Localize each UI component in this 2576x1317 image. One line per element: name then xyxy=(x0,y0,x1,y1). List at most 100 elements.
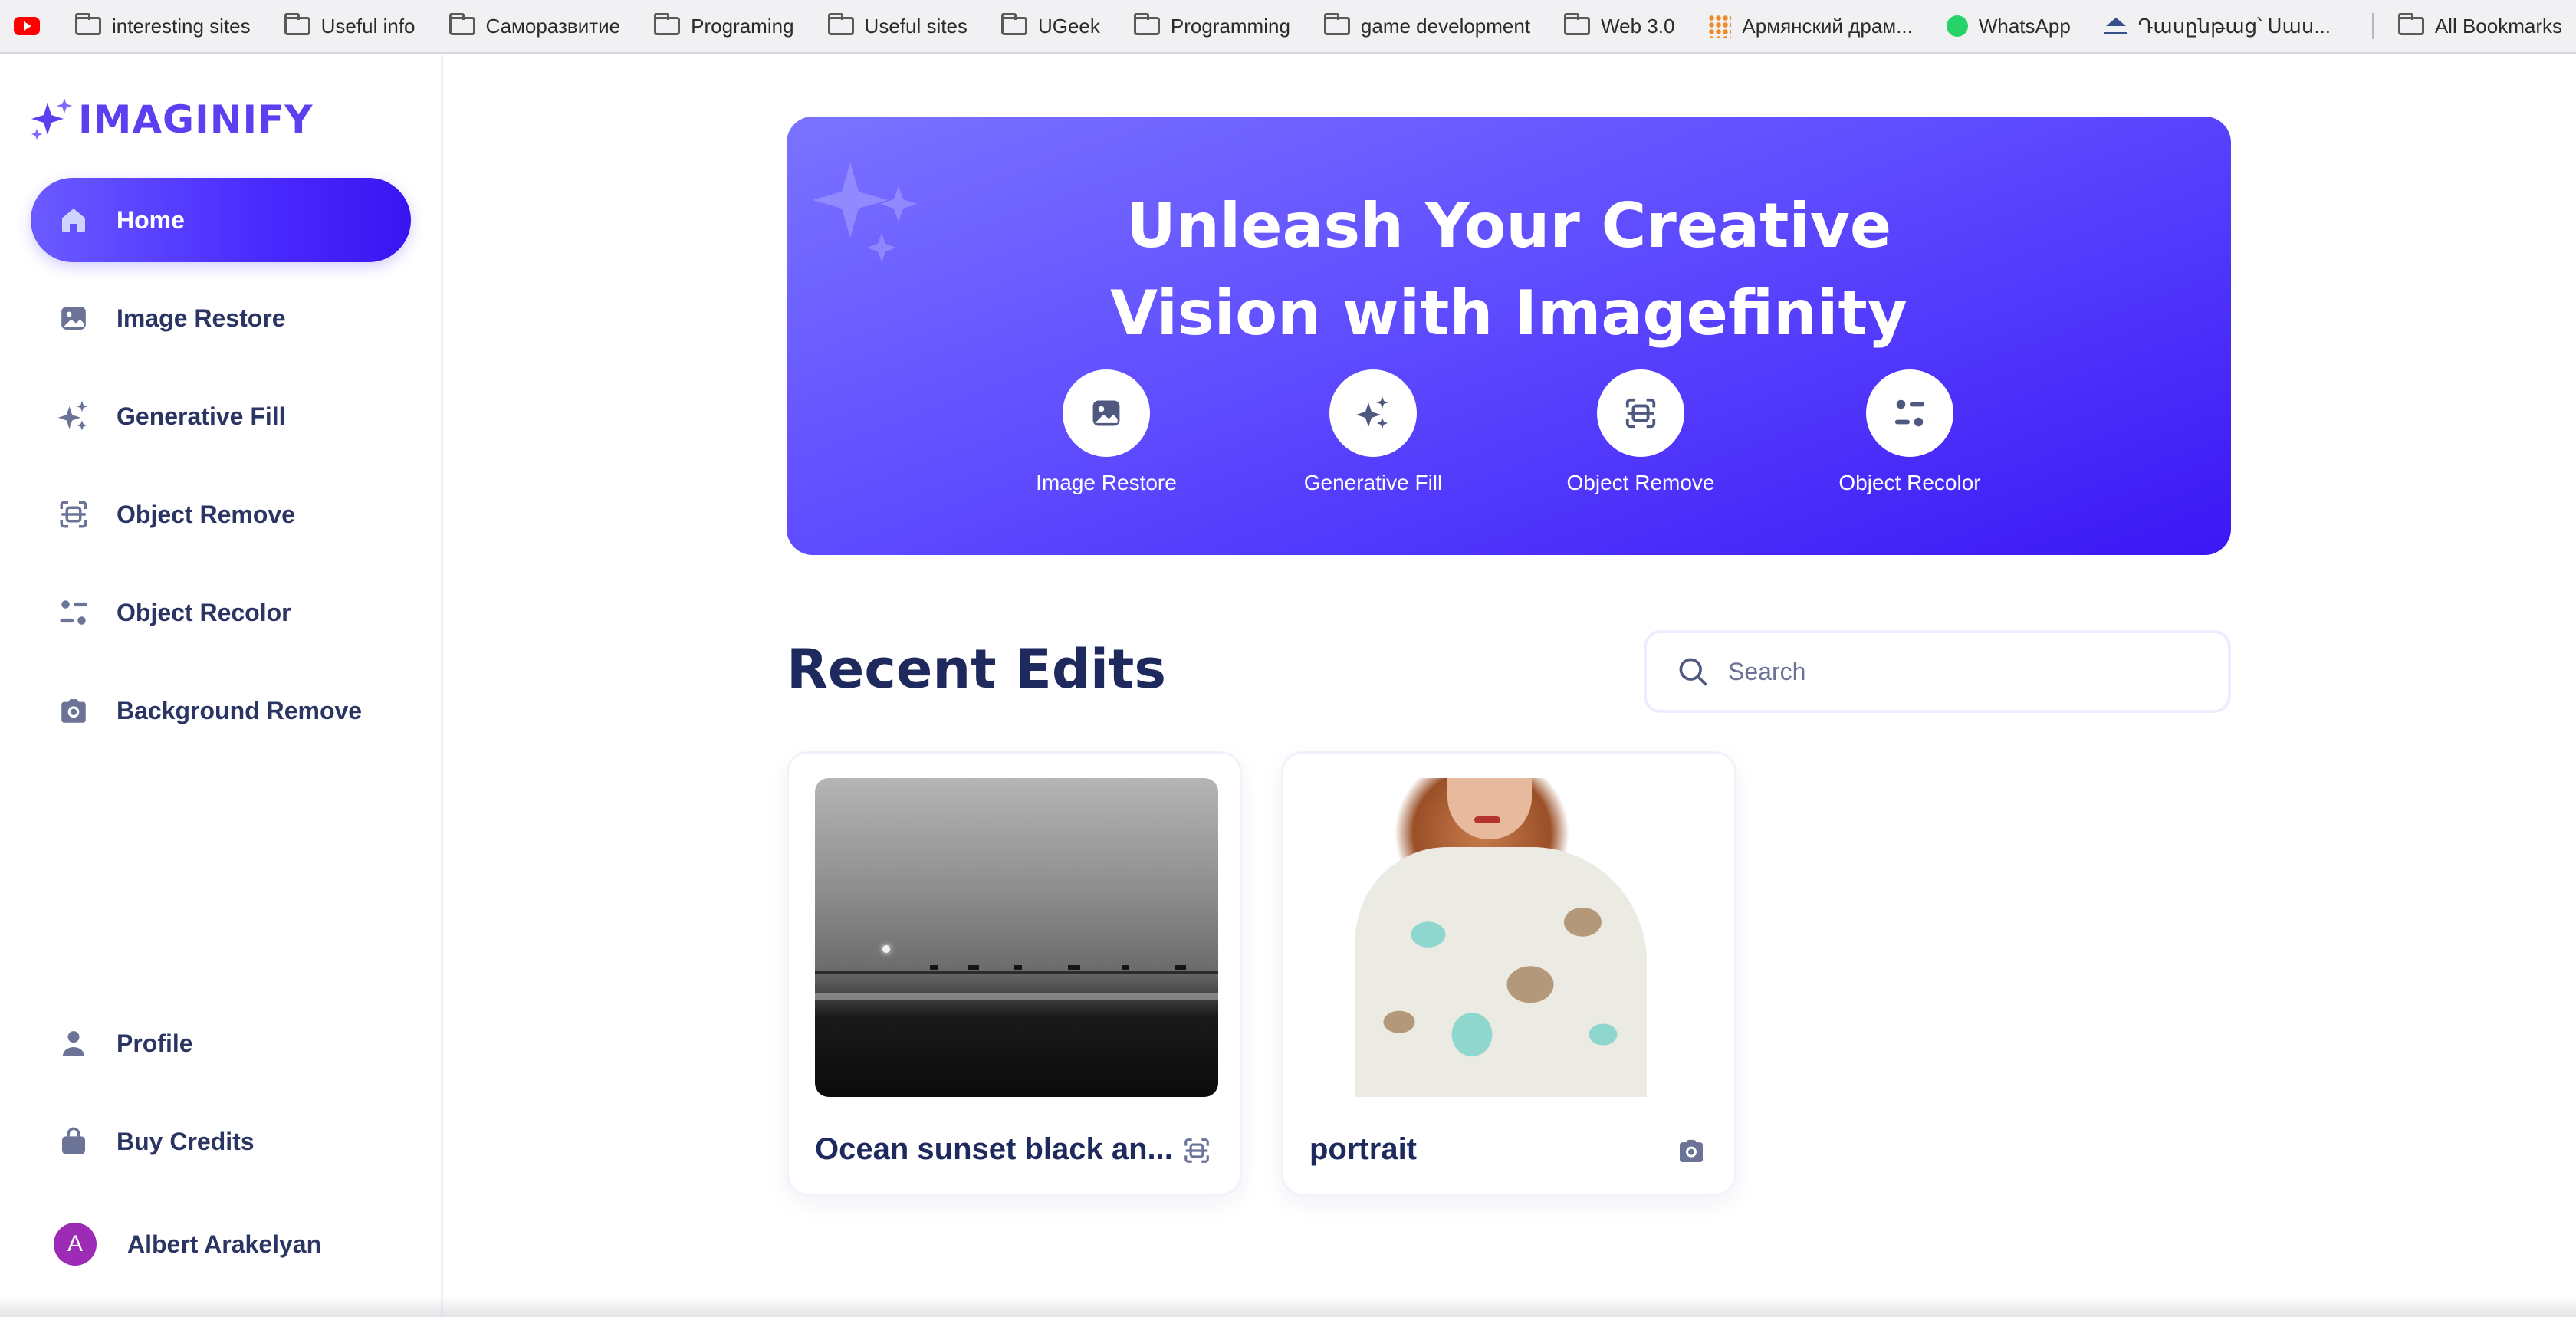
sidebar-item-label: Profile xyxy=(117,1029,193,1057)
user-icon xyxy=(57,1026,90,1060)
boat xyxy=(930,965,938,970)
image-icon xyxy=(1092,400,1120,426)
bookmark-item[interactable]: Useful info xyxy=(284,0,416,53)
bookmark-label: Web 3.0 xyxy=(1601,14,1675,38)
bookmark-item[interactable]: Դասընթաց՝ Սաս... xyxy=(2104,0,2331,53)
sidebar-item-image-restore[interactable]: Image Restore xyxy=(31,276,411,360)
bookmark-label: Useful info xyxy=(320,14,416,38)
card-title: Ocean sunset black an... xyxy=(815,1132,1173,1166)
recent-edits-title: Recent Edits xyxy=(787,638,1167,701)
bookmarks-divider xyxy=(2371,13,2374,39)
boat xyxy=(968,965,979,970)
bookmark-item[interactable]: Армянский драм... xyxy=(1708,0,1913,53)
sidebar-item-label: Home xyxy=(117,205,185,234)
search-box[interactable] xyxy=(1644,630,2231,713)
boat xyxy=(1068,965,1080,970)
search-input[interactable] xyxy=(1728,657,2188,686)
user-profile-button[interactable]: A Albert Arakelyan xyxy=(31,1202,411,1286)
portrait-lips xyxy=(1474,816,1500,823)
hero-title-line-2: Vision with Imagefinity xyxy=(1110,278,1907,349)
bookmark-label: Армянский драм... xyxy=(1742,14,1913,38)
horizon-line xyxy=(815,971,1218,974)
bookmark-item[interactable]: game development xyxy=(1323,0,1531,53)
all-bookmarks-label: All Bookmarks xyxy=(2434,14,2562,38)
scan-icon xyxy=(1180,1134,1214,1168)
boat xyxy=(1122,965,1129,970)
folder-icon xyxy=(2397,13,2424,35)
grid-icon xyxy=(1708,15,1732,38)
hero-tool-circle xyxy=(1866,369,1953,457)
bookmark-youtube[interactable] xyxy=(14,0,51,53)
graduation-cap-icon xyxy=(2104,18,2128,34)
sparkles-icon xyxy=(57,399,90,433)
bookmark-label: Useful sites xyxy=(864,14,968,38)
camera-icon xyxy=(57,694,90,727)
home-icon xyxy=(57,203,90,237)
sun-dot xyxy=(882,945,890,953)
hero-tool-object-recolor[interactable]: Object Recolor xyxy=(1818,369,2002,495)
sidebar-item-label: Object Recolor xyxy=(117,598,291,626)
sparkles-logo-icon xyxy=(31,98,72,140)
camera-icon xyxy=(1674,1134,1708,1168)
search-icon xyxy=(1679,658,1707,686)
hero-tool-image-restore[interactable]: Image Restore xyxy=(1014,369,1198,495)
card-title: portrait xyxy=(1309,1132,1417,1166)
scan-icon xyxy=(1625,398,1656,429)
folder-icon xyxy=(75,13,101,35)
bookmark-item[interactable]: Programing xyxy=(654,0,794,53)
brand-name: IMAGINIFY xyxy=(78,97,314,142)
folder-icon xyxy=(1001,13,1027,35)
card-image-ocean-sunset[interactable] xyxy=(815,778,1218,1097)
folder-icon xyxy=(284,13,310,35)
whatsapp-icon xyxy=(1946,15,1968,37)
sidebar: IMAGINIFY Home Image Restore Generative … xyxy=(0,55,443,1317)
hero-title: Unleash Your Creative Vision with Imagef… xyxy=(787,182,2231,357)
filter-icon xyxy=(57,596,90,629)
sidebar-item-generative-fill[interactable]: Generative Fill xyxy=(31,374,411,458)
hero-tool-generative-fill[interactable]: Generative Fill xyxy=(1281,369,1465,495)
bookmark-item[interactable]: Useful sites xyxy=(827,0,968,53)
all-bookmarks[interactable]: All Bookmarks xyxy=(2397,0,2562,53)
folder-icon xyxy=(1564,13,1591,35)
bookmark-label: Programming xyxy=(1170,14,1290,38)
user-name: Albert Arakelyan xyxy=(127,1230,322,1258)
recent-edit-card[interactable]: Ocean sunset black an... xyxy=(787,751,1242,1196)
bookmark-label: Դասընթաց՝ Սաս... xyxy=(2137,14,2331,38)
sidebar-item-label: Object Remove xyxy=(117,500,295,528)
bookmark-label: Programing xyxy=(691,14,794,38)
bookmark-item[interactable]: Web 3.0 xyxy=(1564,0,1674,53)
hero-tool-label: Generative Fill xyxy=(1303,471,1443,494)
portrait-sweater xyxy=(1355,847,1647,1097)
sidebar-item-label: Buy Credits xyxy=(117,1127,255,1155)
bookmark-label: Саморазвитие xyxy=(485,14,621,38)
sidebar-item-buy-credits[interactable]: Buy Credits xyxy=(31,1099,411,1184)
hero-tool-label: Object Remove xyxy=(1566,471,1715,494)
scan-icon xyxy=(57,498,90,531)
sidebar-item-object-recolor[interactable]: Object Recolor xyxy=(31,570,411,655)
sidebar-item-background-remove[interactable]: Background Remove xyxy=(31,668,411,753)
bookmark-item[interactable]: WhatsApp xyxy=(1946,0,2071,53)
bookmark-item[interactable]: Саморазвитие xyxy=(449,0,621,53)
filter-icon xyxy=(1894,399,1925,427)
bookmark-item[interactable]: Programming xyxy=(1133,0,1290,53)
recent-edit-card[interactable]: portrait xyxy=(1281,751,1737,1196)
bookmark-item[interactable]: UGeek xyxy=(1001,0,1100,53)
folder-icon xyxy=(1133,13,1160,35)
folder-icon xyxy=(654,13,681,35)
sidebar-item-label: Image Restore xyxy=(117,304,286,332)
sidebar-item-object-remove[interactable]: Object Remove xyxy=(31,472,411,557)
boat xyxy=(1014,965,1022,970)
bookmark-label: game development xyxy=(1360,14,1531,38)
hero-tool-circle xyxy=(1063,369,1150,457)
bookmarks-bar: interesting sites Useful info Саморазвит… xyxy=(0,0,2576,54)
hero-tool-object-remove[interactable]: Object Remove xyxy=(1549,369,1733,495)
bookmark-item[interactable]: interesting sites xyxy=(75,0,251,53)
bookmark-label: UGeek xyxy=(1037,14,1100,38)
logo[interactable]: IMAGINIFY xyxy=(29,97,314,143)
image-icon xyxy=(57,301,90,335)
sparkles-icon xyxy=(1356,396,1388,429)
sidebar-item-home[interactable]: Home xyxy=(31,178,411,262)
folder-icon xyxy=(449,13,475,35)
sidebar-item-profile[interactable]: Profile xyxy=(31,1001,411,1085)
card-image-portrait[interactable] xyxy=(1309,778,1713,1097)
